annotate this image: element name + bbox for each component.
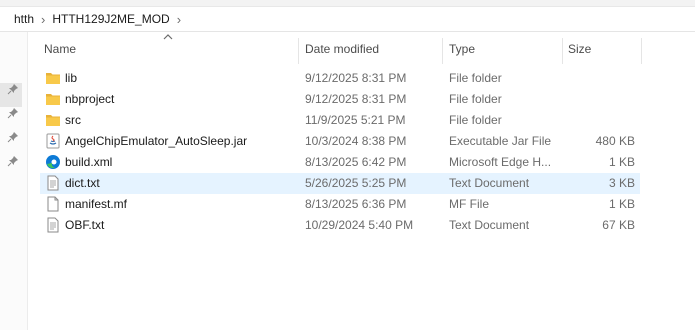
navigation-pane bbox=[0, 32, 28, 330]
file-date: 9/12/2025 8:31 PM bbox=[305, 71, 407, 85]
blank-file-icon bbox=[47, 196, 59, 212]
text-file-icon bbox=[47, 217, 59, 233]
column-divider[interactable] bbox=[298, 38, 299, 64]
file-type: Microsoft Edge H... bbox=[449, 155, 552, 169]
file-name: manifest.mf bbox=[65, 197, 128, 211]
file-size: 67 KB bbox=[602, 218, 635, 232]
file-size: 3 KB bbox=[608, 176, 635, 190]
file-name: src bbox=[65, 113, 81, 127]
file-row[interactable]: src 11/9/2025 5:21 PM File folder bbox=[40, 110, 640, 131]
file-date: 10/29/2024 5:40 PM bbox=[305, 218, 414, 232]
chevron-right-icon[interactable]: › bbox=[37, 13, 49, 26]
java-jar-icon bbox=[46, 133, 60, 149]
breadcrumb-item-project[interactable]: HTTH129J2ME_MOD bbox=[49, 12, 172, 26]
file-type: Text Document bbox=[449, 218, 530, 232]
edge-icon bbox=[46, 155, 60, 169]
chevron-right-icon[interactable]: › bbox=[173, 13, 185, 26]
breadcrumb-item-htth[interactable]: htth bbox=[11, 12, 37, 26]
folder-icon bbox=[46, 94, 60, 105]
column-header-date[interactable]: Date modified bbox=[305, 38, 379, 60]
file-name: dict.txt bbox=[65, 176, 100, 190]
file-row[interactable]: nbproject 9/12/2025 8:31 PM File folder bbox=[40, 89, 640, 110]
column-header: Name Date modified Type Size bbox=[27, 38, 695, 64]
file-type: File folder bbox=[449, 71, 502, 85]
folder-icon bbox=[46, 73, 60, 84]
file-size: 1 KB bbox=[608, 197, 635, 211]
pin-icon[interactable] bbox=[7, 107, 19, 119]
file-row-selected[interactable]: dict.txt 5/26/2025 5:25 PM Text Document… bbox=[40, 173, 640, 194]
file-date: 11/9/2025 5:21 PM bbox=[305, 113, 406, 127]
file-name: OBF.txt bbox=[65, 218, 105, 232]
file-list: lib 9/12/2025 8:31 PM File folder nbproj… bbox=[40, 68, 640, 236]
file-row[interactable]: lib 9/12/2025 8:31 PM File folder bbox=[40, 68, 640, 89]
column-divider[interactable] bbox=[562, 38, 563, 64]
file-type: Executable Jar File bbox=[449, 134, 552, 148]
file-date: 9/12/2025 8:31 PM bbox=[305, 92, 407, 106]
file-type: Text Document bbox=[449, 176, 530, 190]
file-type: File folder bbox=[449, 113, 502, 127]
file-type: MF File bbox=[449, 197, 489, 211]
file-size: 1 KB bbox=[608, 155, 635, 169]
file-row[interactable]: OBF.txt 10/29/2024 5:40 PM Text Document… bbox=[40, 215, 640, 236]
column-divider[interactable] bbox=[641, 38, 642, 64]
column-header-type[interactable]: Type bbox=[449, 38, 475, 60]
column-header-name[interactable]: Name bbox=[44, 38, 76, 60]
file-name: lib bbox=[65, 71, 78, 85]
folder-icon bbox=[46, 115, 60, 126]
file-size: 480 KB bbox=[595, 134, 635, 148]
file-type: File folder bbox=[449, 92, 502, 106]
divider bbox=[0, 31, 695, 32]
file-row[interactable]: build.xml 8/13/2025 6:42 PM Microsoft Ed… bbox=[40, 152, 640, 173]
pin-icon[interactable] bbox=[7, 155, 19, 167]
file-row[interactable]: AngelChipEmulator_AutoSleep.jar 10/3/202… bbox=[40, 131, 640, 152]
file-date: 8/13/2025 6:42 PM bbox=[305, 155, 407, 169]
pin-icon[interactable] bbox=[7, 131, 19, 143]
file-name: AngelChipEmulator_AutoSleep.jar bbox=[65, 134, 248, 148]
file-name: nbproject bbox=[65, 92, 115, 106]
file-date: 5/26/2025 5:25 PM bbox=[305, 176, 407, 190]
column-header-size[interactable]: Size bbox=[568, 38, 591, 60]
breadcrumb: htth › HTTH129J2ME_MOD › bbox=[0, 7, 695, 31]
file-date: 8/13/2025 6:36 PM bbox=[305, 197, 407, 211]
file-row[interactable]: manifest.mf 8/13/2025 6:36 PM MF File 1 … bbox=[40, 194, 640, 215]
column-divider[interactable] bbox=[442, 38, 443, 64]
pin-icon[interactable] bbox=[7, 83, 19, 95]
window-top-strip bbox=[0, 0, 695, 7]
file-name: build.xml bbox=[65, 155, 113, 169]
file-date: 10/3/2024 8:38 PM bbox=[305, 134, 407, 148]
text-file-icon bbox=[47, 175, 59, 191]
